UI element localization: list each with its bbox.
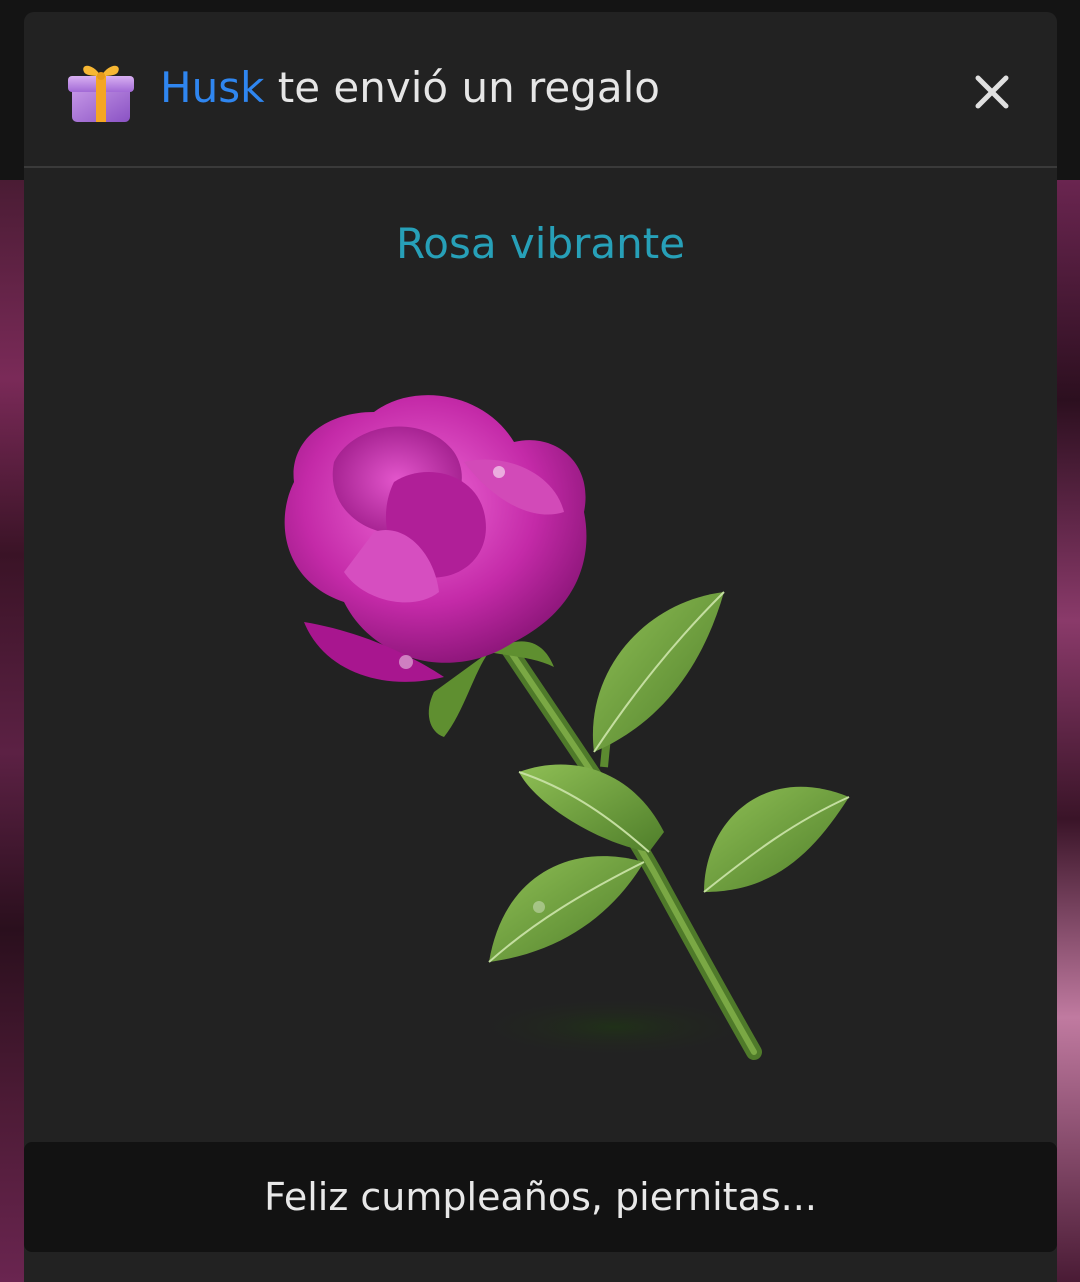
backdrop-left-edge — [0, 180, 24, 1282]
close-button[interactable] — [970, 70, 1014, 114]
gift-modal: Husk te envió un regalo Rosa vibrante Fe… — [24, 12, 1057, 1282]
header-title-suffix: te envió un regalo — [264, 63, 660, 112]
backdrop-right-edge — [1056, 180, 1080, 1282]
pink-rose-image — [284, 395, 850, 1060]
header-title: Husk te envió un regalo — [160, 60, 660, 116]
close-icon — [975, 75, 1009, 109]
gift-icon — [68, 65, 134, 122]
modal-header: Husk te envió un regalo — [24, 12, 1057, 168]
gift-message: Feliz cumpleaños, piernitas... — [264, 1175, 817, 1219]
gift-name: Rosa vibrante — [395, 219, 686, 268]
sender-name-link[interactable]: Husk — [160, 63, 264, 112]
gift-message-bar: Feliz cumpleaños, piernitas... — [24, 1142, 1057, 1252]
